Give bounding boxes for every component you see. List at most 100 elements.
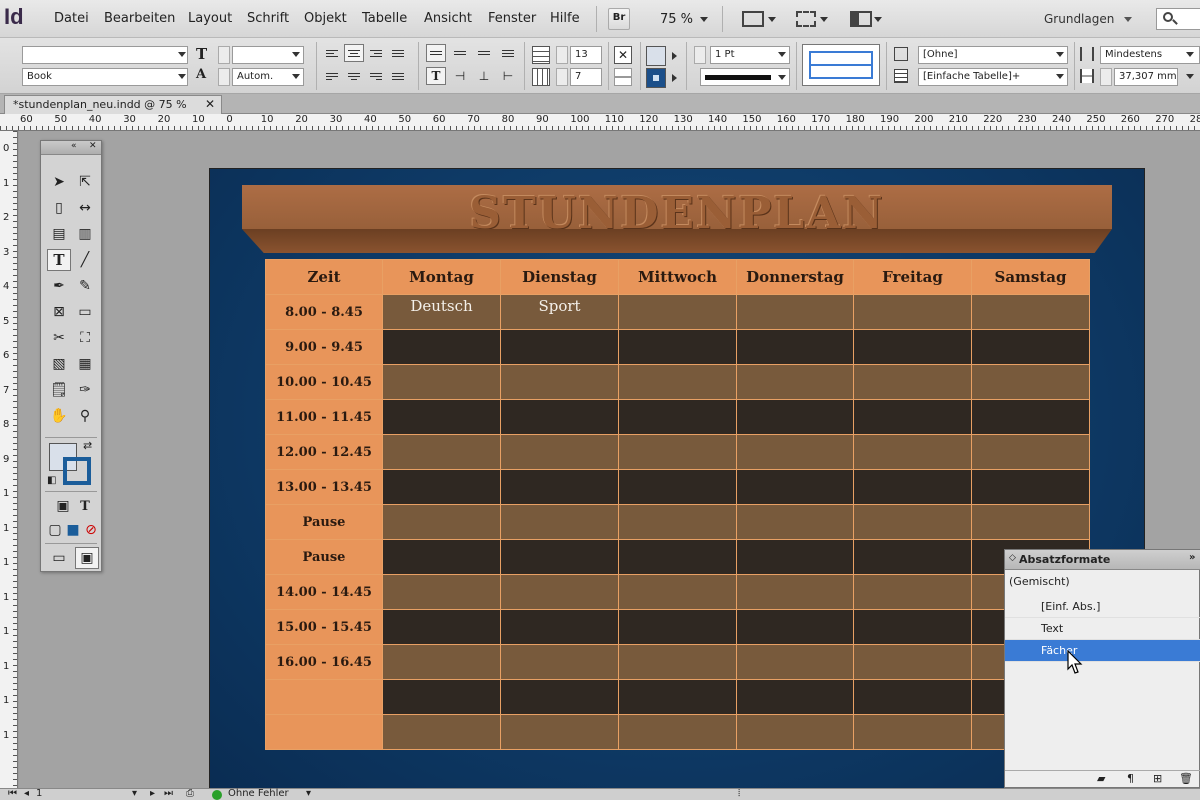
table-cell[interactable] [853, 644, 972, 680]
font-style-dropdown-icon[interactable] [178, 74, 186, 79]
header-cell-samstag[interactable]: Samstag [971, 259, 1090, 295]
table-cell[interactable] [971, 399, 1090, 435]
table-cell[interactable] [853, 574, 972, 610]
font-style-field[interactable]: Book [22, 68, 188, 86]
align-right-button[interactable] [366, 44, 386, 62]
table-cell[interactable] [500, 329, 619, 365]
table-cell[interactable] [500, 364, 619, 400]
table-cell[interactable] [500, 574, 619, 610]
table-cell[interactable] [618, 644, 737, 680]
time-cell[interactable]: 10.00 - 10.45 [265, 364, 383, 400]
rotate-0-button[interactable]: T [426, 67, 446, 85]
zoom-dropdown-icon[interactable] [700, 17, 708, 22]
table-cell[interactable] [853, 329, 972, 365]
row-height-mode-field[interactable]: Mindestens [1100, 46, 1200, 64]
table-cell[interactable] [500, 609, 619, 645]
menu-hilfe[interactable]: Hilfe [550, 11, 580, 26]
delete-style-icon[interactable]: 🗑 [1179, 772, 1193, 785]
screen-mode-icon[interactable] [796, 11, 816, 27]
table-cell[interactable] [736, 539, 854, 575]
table-style-field[interactable]: [Einfache Tabelle]+ [918, 68, 1068, 86]
stroke-color-swatch[interactable] [63, 457, 91, 485]
gradient-feather-tool-icon[interactable]: ▦ [73, 353, 97, 375]
time-cell[interactable]: 9.00 - 9.45 [265, 329, 383, 365]
page-dropdown-icon[interactable]: ▾ [132, 788, 137, 799]
hand-tool-icon[interactable]: ✋ [47, 405, 71, 427]
direct-selection-tool-icon[interactable]: ⇱ [73, 171, 97, 193]
table-cell[interactable] [853, 294, 972, 330]
vertical-ruler[interactable]: 0 1 2 3 4 5 6 7 8 9 1 1 1 1 1 1 1 1 [0, 131, 18, 788]
panel-menu-icon[interactable]: » [1189, 552, 1195, 563]
table-cell[interactable] [500, 539, 619, 575]
table-cell[interactable] [382, 434, 501, 470]
table-cell[interactable] [853, 364, 972, 400]
workspace-dropdown-icon[interactable] [1124, 17, 1132, 22]
rows-field[interactable]: 13 [570, 46, 602, 64]
table-cell[interactable] [500, 504, 619, 540]
table-cell[interactable] [500, 644, 619, 680]
row-height-field[interactable]: 37,307 mm [1114, 68, 1178, 86]
table-cell[interactable] [382, 644, 501, 680]
row-height-dropdown-icon[interactable] [1186, 74, 1194, 79]
split-cells-icon[interactable] [614, 68, 632, 86]
formatting-text-icon[interactable]: T [73, 495, 97, 517]
formatting-container-icon[interactable]: ▣ [51, 495, 75, 517]
content-placer-icon[interactable]: ▥ [73, 223, 97, 245]
align-top-button[interactable] [426, 44, 446, 62]
justify-button[interactable] [388, 44, 408, 62]
header-cell-donnerstag[interactable]: Donnerstag [736, 259, 854, 295]
stroke-swatch-menu-icon[interactable] [672, 74, 677, 82]
font-family-dropdown-icon[interactable] [178, 52, 186, 57]
rotate-90-button[interactable]: ⊣ [450, 67, 470, 85]
time-cell[interactable]: 15.00 - 15.45 [265, 609, 383, 645]
header-cell-zeit[interactable]: Zeit [265, 259, 383, 295]
table-cell[interactable] [618, 329, 737, 365]
clear-overrides-icon[interactable]: ¶ [1127, 772, 1134, 785]
fill-swatch[interactable] [646, 46, 666, 66]
table-cell[interactable] [500, 399, 619, 435]
table-cell[interactable] [736, 504, 854, 540]
view-options-icon[interactable] [742, 11, 764, 27]
justify-left-button[interactable] [322, 67, 342, 85]
stroke-type-dropdown-icon[interactable] [778, 75, 786, 80]
table-cell[interactable] [736, 364, 854, 400]
time-cell[interactable]: 13.00 - 13.45 [265, 469, 383, 505]
table-cell[interactable] [736, 609, 854, 645]
table-cell[interactable] [853, 469, 972, 505]
page-number-field[interactable]: 1 [36, 788, 42, 799]
align-justify-vertical-button[interactable] [498, 44, 518, 62]
header-cell-mittwoch[interactable]: Mittwoch [618, 259, 737, 295]
workspace-switcher[interactable]: Grundlagen [1044, 12, 1114, 26]
table-cell[interactable] [736, 679, 854, 715]
table-cell[interactable] [853, 714, 972, 750]
table-cell[interactable] [618, 609, 737, 645]
table-cell[interactable] [736, 329, 854, 365]
close-panel-icon[interactable]: ✕ [89, 141, 97, 151]
table-cell[interactable] [618, 679, 737, 715]
preflight-dropdown-icon[interactable]: ▾ [306, 788, 311, 799]
table-cell[interactable] [618, 504, 737, 540]
note-tool-icon[interactable]: 🗒 [47, 379, 71, 401]
font-size-stepper[interactable] [218, 46, 230, 64]
header-cell-dienstag[interactable]: Dienstag [500, 259, 619, 295]
table-cell[interactable] [736, 294, 854, 330]
bridge-button[interactable]: Br [608, 8, 630, 30]
timetable[interactable]: Zeit Montag Dienstag Mittwoch Donnerstag… [265, 259, 1090, 750]
table-cell[interactable] [853, 539, 972, 575]
rows-stepper[interactable] [556, 46, 568, 64]
columns-field[interactable]: 7 [570, 68, 602, 86]
table-cell[interactable] [736, 714, 854, 750]
table-cell[interactable] [382, 679, 501, 715]
time-cell[interactable]: 12.00 - 12.45 [265, 434, 383, 470]
pencil-tool-icon[interactable]: ✎ [73, 275, 97, 297]
new-group-icon[interactable]: ▰ [1097, 772, 1105, 785]
menu-layout[interactable]: Layout [188, 11, 232, 26]
table-cell[interactable] [382, 539, 501, 575]
table-cell[interactable] [618, 364, 737, 400]
previous-page-icon[interactable]: ◂ [24, 788, 29, 799]
menu-objekt[interactable]: Objekt [304, 11, 347, 26]
table-cell[interactable] [500, 434, 619, 470]
table-cell[interactable] [853, 399, 972, 435]
table-cell[interactable] [971, 364, 1090, 400]
rotate-270-button[interactable]: ⊢ [498, 67, 518, 85]
